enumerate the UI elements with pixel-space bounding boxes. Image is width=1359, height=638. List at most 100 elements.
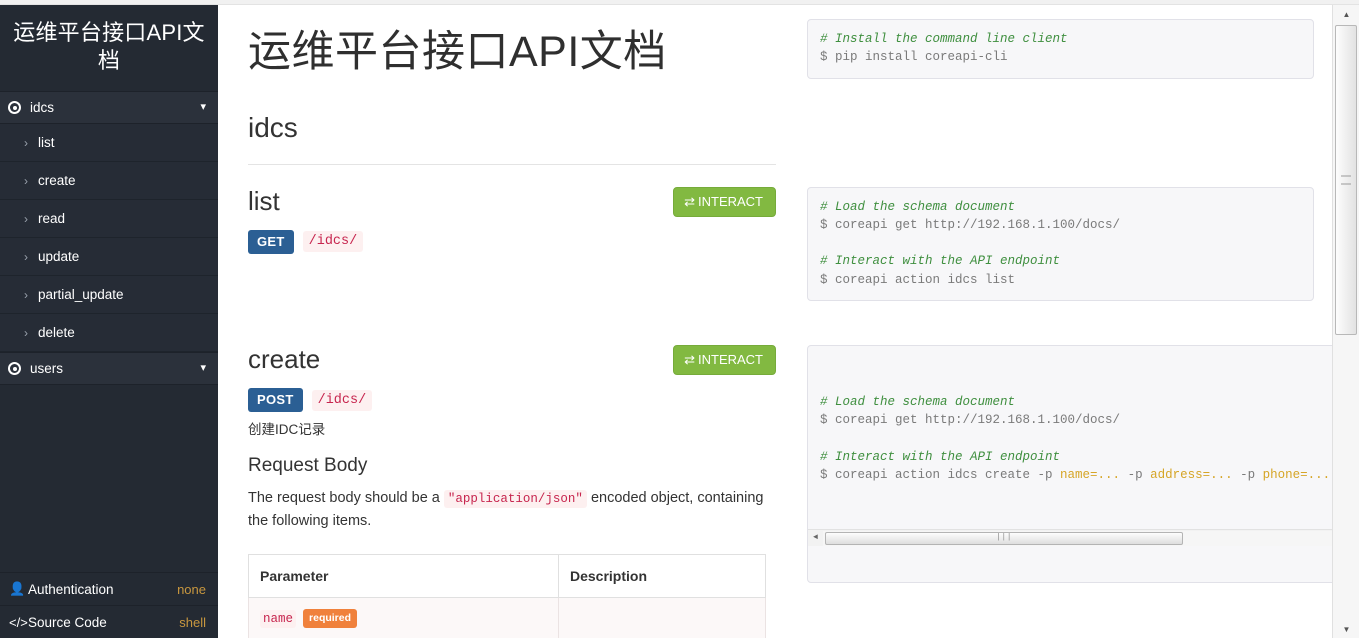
request-body-heading: Request Body [248,455,368,477]
list-code-comment-1: # Load the schema document [820,199,1016,214]
chevron-right-icon: › [24,211,28,226]
interact-button-create[interactable]: ⇄ INTERACT [673,345,776,376]
request-body-text-part-1: The request body should be a [248,490,444,507]
sidebar-title: 运维平台接口API文档 [13,20,205,74]
dot-circle-icon [8,362,21,376]
exchange-icon: ⇄ [684,193,695,209]
create-code-sep-2: -p [1232,468,1263,483]
chevron-right-icon: › [24,135,28,150]
sidebar-group-label: users [30,361,64,377]
content-type-code: "application/json" [443,490,587,509]
table-header-row: Parameter Description [248,554,766,599]
create-code-sep-1: -p [1120,468,1151,483]
chevron-right-icon: › [24,325,28,340]
sidebar-group-label: idcs [30,100,55,116]
list-code-command-1: $ coreapi get http://192.168.1.100/docs/ [820,218,1121,233]
sidebar-authentication-value: none [177,581,206,597]
url-line-create: POST /idcs/ [248,388,776,413]
sidebar-source-code-value: shell [179,614,206,630]
create-code-comment-2: # Interact with the API endpoint [820,449,1061,464]
chevron-down-icon: ▾ [200,362,206,375]
sidebar-item-label: read [38,211,66,227]
sidebar-group-users[interactable]: users ▾ [0,352,218,386]
sidebar-source-code-label: Source Code [28,614,107,630]
create-code-command-2-prefix: $ coreapi action idcs create -p [820,468,1061,483]
sidebar-item-partial-update[interactable]: › partial_update [0,276,218,315]
sidebar-item-label: update [38,249,80,265]
page-vertical-scrollbar[interactable]: ▲ ▼ [1332,5,1359,638]
section-divider [248,163,776,165]
url-path-list: /idcs/ [302,231,364,253]
list-code-comment-2: # Interact with the API endpoint [820,254,1061,269]
sidebar-source-code-row[interactable]: </> Source Code shell [0,605,218,638]
section-title-idcs: idcs [248,111,298,143]
header-row: 运维平台接口API文档 idcs # Install the command l… [248,19,1314,165]
code-horizontal-scrollbar[interactable]: ◄ ||| ► [808,529,1332,547]
sidebar-item-label: partial_update [38,287,124,303]
scroll-up-arrow-icon[interactable]: ▲ [1333,5,1359,23]
sidebar-group-idcs[interactable]: idcs ▾ [0,91,218,125]
method-badge-post: POST [248,388,303,413]
install-code-command: $ pip install coreapi-cli [820,50,1008,65]
method-badge-get: GET [248,229,294,254]
sidebar-item-read[interactable]: › read [0,200,218,239]
link-section-create: create ⇄ INTERACT POST /idcs/ 创建IDC记录 Req… [248,344,1332,638]
create-code-param-phone: phone=... [1262,468,1331,483]
create-code-scroll-area: # Load the schema document $ coreapi get… [820,393,1332,485]
sidebar-footer: 👤 Authentication none </> Source Code sh… [0,572,218,638]
required-badge: required [303,609,358,629]
dot-circle-icon [8,101,21,115]
code-icon: </> [9,614,28,630]
create-code-comment-1: # Load the schema document [820,394,1016,409]
create-code-param-address: address=... [1150,468,1233,483]
sidebar: 运维平台接口API文档 idcs ▾ › list › create › rea… [0,5,218,638]
sidebar-item-list[interactable]: › list [0,124,218,163]
link-title-create: create [248,344,321,375]
parameter-name: name [260,610,297,629]
hscroll-thumb[interactable]: ||| [825,531,1184,545]
list-code-block: # Load the schema document $ coreapi get… [807,186,1314,302]
sidebar-item-create[interactable]: › create [0,162,218,201]
sidebar-authentication-row[interactable]: 👤 Authentication none [0,572,218,605]
hscroll-track[interactable]: ||| [823,530,1332,546]
url-path-create: /idcs/ [311,389,373,411]
create-code-block: # Load the schema document $ coreapi get… [807,345,1332,583]
sidebar-item-delete[interactable]: › delete [0,314,218,353]
install-code-comment: # Install the command line client [820,32,1068,46]
chevron-right-icon: › [24,249,28,264]
sidebar-item-label: create [38,173,76,189]
url-line-list: GET /idcs/ [248,229,776,254]
list-code-command-2: $ coreapi action idcs list [820,272,1016,287]
install-code-block: # Install the command line client $ pip … [807,19,1314,79]
create-code-param-name: name=... [1060,468,1121,483]
link-title-list: list [248,185,280,216]
vscroll-thumb[interactable] [1335,25,1357,335]
sidebar-authentication-label: Authentication [28,581,114,597]
request-body-text: The request body should be a "applicatio… [248,487,768,532]
table-cell-description [558,597,766,638]
user-icon: 👤 [9,581,26,596]
link-section-list: list ⇄ INTERACT GET /idcs/ # Load the sch… [248,187,1314,302]
scroll-left-arrow-icon[interactable]: ◄ [808,531,823,546]
sidebar-item-label: delete [38,325,75,341]
table-header-parameter: Parameter [248,554,559,599]
create-code-command-1: $ coreapi get http://192.168.1.100/docs/ [820,413,1121,428]
parameters-table: Parameter Description namerequired addre… [248,554,766,638]
page-title: 运维平台接口API文档 [248,28,667,76]
app-root: 运维平台接口API文档 idcs ▾ › list › create › rea… [0,0,1359,638]
sidebar-item-update[interactable]: › update [0,238,218,277]
table-header-description: Description [558,554,766,599]
table-cell-parameter: name required [248,597,559,638]
interact-button-label: INTERACT [698,352,763,368]
sidebar-item-label: list [38,135,55,151]
scroll-down-arrow-icon[interactable]: ▼ [1333,620,1359,638]
chevron-down-icon: ▾ [200,101,206,114]
exchange-icon: ⇄ [684,352,695,368]
interact-button-list[interactable]: ⇄ INTERACT [673,186,776,217]
table-row: name required [248,597,766,638]
main-content: 运维平台接口API文档 idcs # Install the command l… [218,5,1332,638]
interact-button-label: INTERACT [698,193,763,209]
chevron-right-icon: › [24,173,28,188]
